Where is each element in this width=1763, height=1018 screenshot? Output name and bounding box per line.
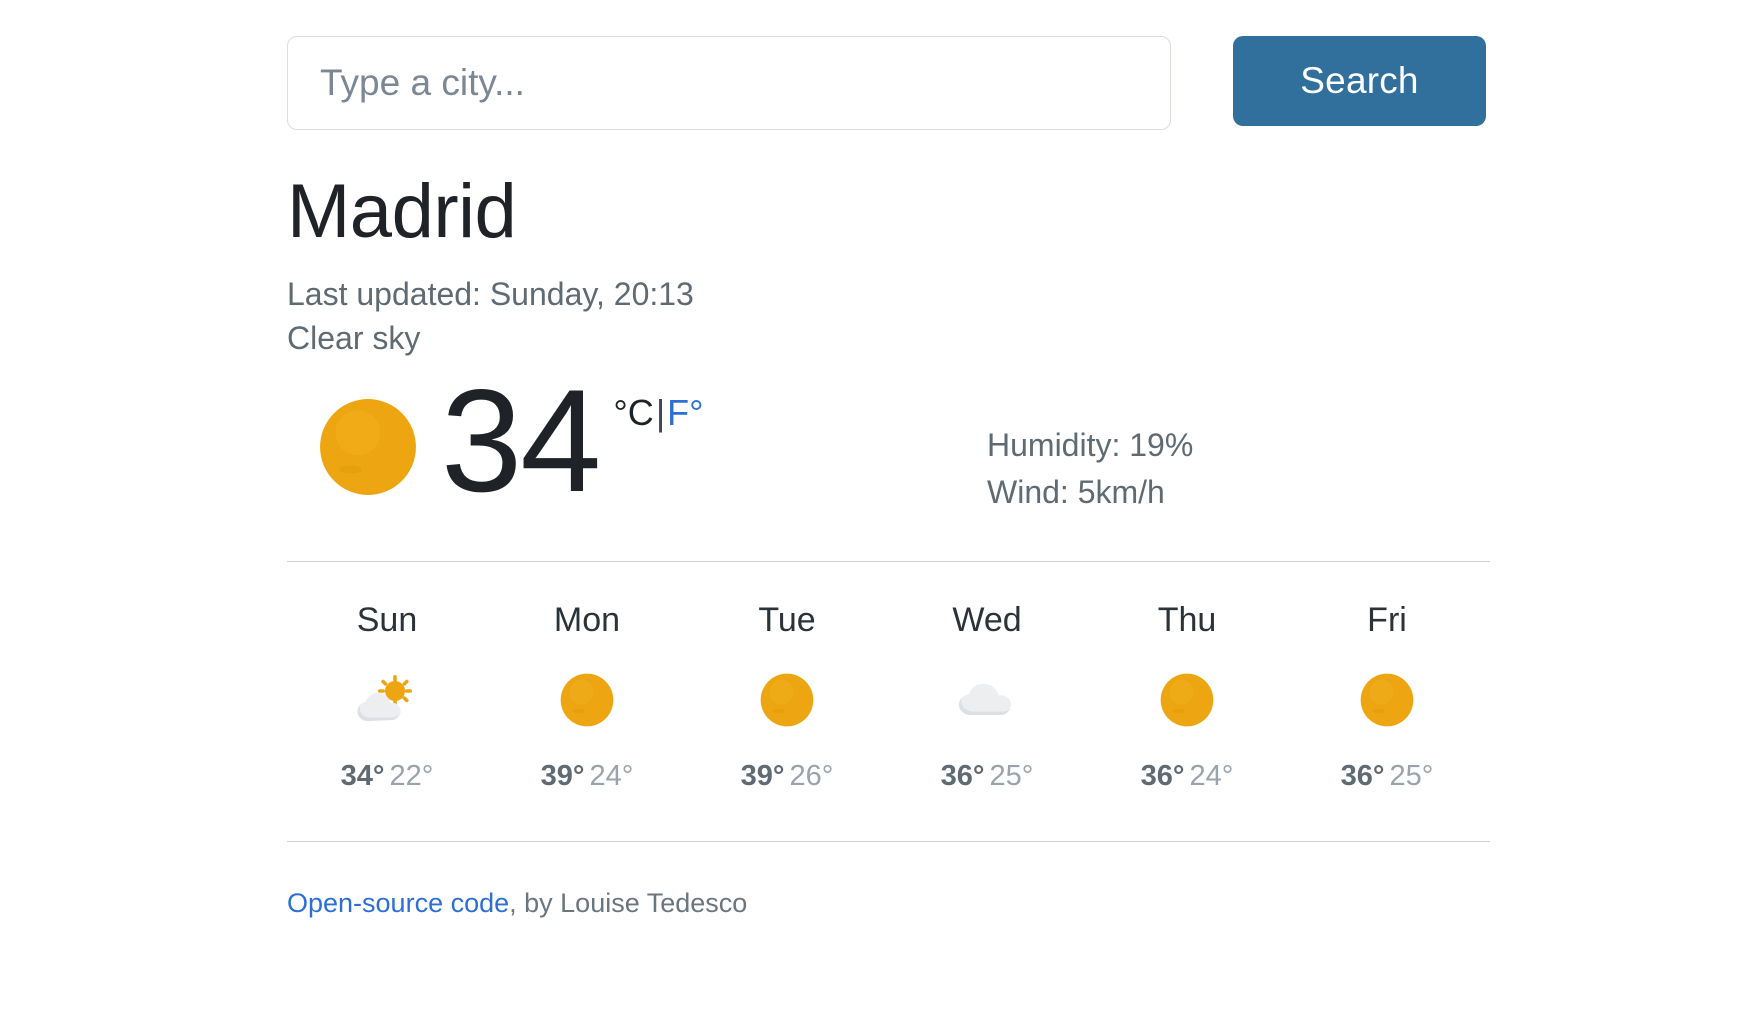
search-button[interactable]: Search [1233, 36, 1486, 126]
forecast-temp-max: 34° [340, 760, 385, 793]
content-container: Search Madrid Last updated: Sunday, 20:1… [287, 0, 1490, 919]
unit-separator: | [655, 392, 666, 434]
forecast-temps: 39° 26° [687, 760, 887, 793]
fahrenheit-link[interactable]: F° [667, 392, 703, 433]
open-source-code-link[interactable]: Open-source code [287, 888, 509, 918]
forecast-icon-wrap [887, 661, 1087, 739]
forecast-temps: 36° 25° [887, 760, 1087, 793]
forecast-day-label: Mon [553, 600, 621, 639]
forecast-day-fri: Fri 36° 25° [1287, 600, 1487, 793]
forecast-day-label: Thu [1157, 600, 1217, 639]
search-input[interactable] [287, 36, 1171, 130]
forecast-temp-min: 22° [389, 760, 434, 793]
sun-icon [1160, 673, 1214, 727]
forecast-day-label: Tue [758, 600, 816, 639]
forecast-icon-wrap [287, 661, 487, 739]
forecast-temp-max: 36° [940, 760, 985, 793]
temperature-group: 34 °C|F° [441, 359, 704, 523]
forecast-temp-min: 26° [789, 760, 834, 793]
celsius-unit: °C [613, 392, 654, 434]
weather-app-page: Search Madrid Last updated: Sunday, 20:1… [0, 0, 1763, 1018]
forecast-day-thu: Thu 36° 24° [1087, 600, 1287, 793]
forecast-day-sun: Sun 34° 22° [287, 600, 487, 793]
unit-toggle: °C|F° [613, 392, 703, 434]
cloud-icon [959, 684, 1011, 716]
forecast-day-label: Sun [356, 600, 418, 639]
sun-behind-cloud-icon [357, 675, 412, 722]
forecast-icon-wrap [487, 661, 687, 739]
forecast-temp-max: 36° [1340, 760, 1385, 793]
forecast-icon-wrap [1087, 661, 1287, 739]
sun-icon [320, 399, 416, 496]
forecast-day-mon: Mon 39° 24° [487, 600, 687, 793]
last-updated-text: Last updated: Sunday, 20:13 [287, 275, 694, 312]
forecast-day-label: Wed [952, 600, 1022, 639]
temperature-value: 34 [441, 359, 601, 523]
forecast-temp-min: 25° [1389, 760, 1434, 793]
forecast-day-label: Fri [1367, 600, 1407, 639]
search-form: Search [287, 0, 1487, 130]
forecast-temps: 36° 25° [1287, 760, 1487, 793]
footer: Open-source code, by Louise Tedesco [287, 842, 1487, 919]
current-conditions: 34 °C|F° Humidity: 19% Wind: 5km/h [287, 360, 1487, 517]
forecast-day-wed: Wed 36° 25° [887, 600, 1087, 793]
forecast-icon-wrap [1287, 661, 1487, 739]
sun-icon [1360, 673, 1414, 727]
city-name: Madrid [287, 169, 517, 254]
forecast-icon-wrap [687, 661, 887, 739]
condition-text: Clear sky [287, 319, 421, 356]
forecast-temp-min: 24° [1189, 760, 1234, 793]
forecast-temp-min: 24° [589, 760, 634, 793]
forecast-temp-max: 39° [540, 760, 585, 793]
forecast-temps: 36° 24° [1087, 760, 1287, 793]
wind-text: Wind: 5km/h [987, 474, 1165, 511]
sun-icon [560, 673, 614, 727]
forecast-temps: 39° 24° [487, 760, 687, 793]
forecast-temp-min: 25° [989, 760, 1034, 793]
forecast-temp-max: 36° [1140, 760, 1185, 793]
sun-icon [760, 673, 814, 727]
forecast-temp-max: 39° [740, 760, 785, 793]
footer-author-text: , by Louise Tedesco [509, 888, 748, 919]
forecast-day-tue: Tue 39° 26° [687, 600, 887, 793]
current-details: Humidity: 19% Wind: 5km/h [987, 374, 1193, 517]
forecast-row: Sun 34° 22° Mon 39° 24° Tue 39° 26° Wed … [287, 562, 1487, 793]
forecast-temps: 34° 22° [287, 760, 487, 793]
current-temperature-block: 34 °C|F° [287, 359, 987, 523]
humidity-text: Humidity: 19% [987, 427, 1194, 464]
